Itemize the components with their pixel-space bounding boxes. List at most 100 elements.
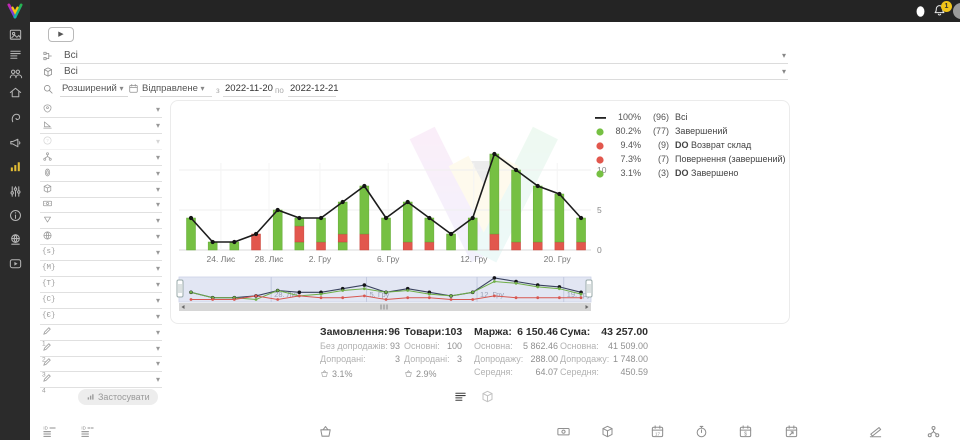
legend-label: Завершений [675,126,727,136]
help-filter[interactable]: ?▾ [40,135,162,150]
token-e-filter[interactable]: {Є}▾ [40,310,162,325]
sidebar-item-analytics[interactable] [8,159,23,174]
token-icon: {s} [42,246,56,256]
toolbar-products[interactable] [600,424,616,440]
notification-badge[interactable]: 1 [941,1,952,12]
toolbar-export-calendar[interactable] [784,424,800,440]
basket-icon [404,369,413,378]
toolbar-affiliates[interactable] [926,424,942,440]
toolbar-processing-time[interactable] [694,424,710,440]
legend-pct: 3.1% [609,168,641,178]
sidebar-item-customers[interactable] [8,66,23,81]
sidebar-item-orders[interactable] [8,47,23,62]
stat-sub-label: Допродані: [404,354,450,367]
custom-field-3-filter[interactable]: 3▾ [40,357,162,372]
product-select[interactable]: Всі ▾ [60,65,788,80]
legend-dot-marker [595,156,607,164]
stat-sub-label: Допродажу: [560,354,609,367]
shop-filter[interactable]: ▾ [40,103,162,118]
apply-button[interactable]: Застосувати [78,389,158,405]
date-from-value: 2022-11-20 [225,83,273,94]
chevron-down-icon: ▾ [156,137,160,146]
sidebar-item-dashboard[interactable] [8,27,23,42]
sidebar-item-promotion[interactable] [8,110,23,125]
stat-sub-label: Основна: [560,341,599,354]
svg-text:17: 17 [655,431,661,436]
stat-sub-label: Основна: [474,341,513,354]
stat-title: Замовлення: [320,326,387,341]
svg-text:$: $ [744,432,747,438]
toolbar-calendar-period[interactable]: 17 [650,424,666,440]
funnel-filter[interactable]: ▾ [40,214,162,229]
world-icon [42,230,53,241]
stat-sub-value: 3 [395,354,400,367]
question-icon: ? [42,135,53,146]
user-avatar-icon[interactable] [913,4,928,19]
sidebar-item-warehouse[interactable] [8,85,23,100]
legend-item[interactable]: 100%(96)Всі [595,111,785,125]
stat-sub-label: Основні: [404,341,440,354]
list-view-toggle[interactable] [453,389,469,405]
app-logo[interactable] [5,2,25,20]
chevron-down-icon: ▾ [156,375,160,384]
legend-count: (77) [643,126,669,136]
toolbar-orders-by-id[interactable]: ID [42,424,58,440]
legend-item[interactable]: 3.1%(3)DO Завершено [595,167,785,181]
filtertri-icon [42,214,53,225]
structure-filter[interactable]: ▾ [40,151,162,166]
sidebar-item-partners[interactable] [8,232,23,247]
custom-field-2-filter[interactable]: 2▾ [40,342,162,357]
legend-pct: 9.4% [609,140,641,150]
custom-field-4-filter[interactable]: 4▾ [40,373,162,388]
sitemap-icon [42,151,53,162]
payment-filter[interactable]: ▾ [40,198,162,213]
token-t-filter[interactable]: {T}▾ [40,278,162,293]
token-c-filter[interactable]: {C}▾ [40,294,162,309]
toolbar-measurements[interactable] [868,424,884,440]
legend-count: (3) [643,168,669,178]
token-s-filter[interactable]: {s}▾ [40,246,162,261]
play-chip-button[interactable]: ▶ [48,27,74,42]
measure-filter[interactable]: ▾ [40,119,162,134]
mode-select[interactable]: Розширений ▾ [60,83,128,97]
date-type-select[interactable]: Відправлене ▾ [140,83,212,97]
date-to-label: по [275,86,284,95]
sidebar-item-info[interactable] [8,208,23,223]
legend-item[interactable]: 7.3%(7)Повернення (завершений) [595,153,785,167]
toolbar-orders-by-source[interactable]: ID [80,424,96,440]
toolbar-payments[interactable] [556,424,572,440]
search-icon [42,83,54,95]
nav-scrollbar[interactable] [179,303,591,311]
svg-text:12. Гру: 12. Гру [460,254,488,264]
nav-handle-left[interactable] [177,280,183,297]
legend-count: (7) [643,154,669,164]
product-select-value: Всі [64,66,78,77]
region-filter[interactable]: ▾ [40,230,162,245]
token-m-filter[interactable]: {M}▾ [40,262,162,277]
chevron-down-icon: ▾ [156,264,160,273]
toolbar-basket[interactable] [318,424,334,440]
product-view-toggle[interactable] [480,389,496,405]
product-filter[interactable]: ▾ [40,183,162,198]
toolbar-payment-calendar[interactable]: $ [738,424,754,440]
custom-field-1-filter[interactable]: 1▾ [40,326,162,341]
cube-icon [42,183,53,194]
stat-sub-label: Середня: [560,367,599,380]
svg-text:ID: ID [43,425,48,430]
nav-handle-right[interactable] [586,280,592,297]
funnel-select[interactable]: Всі ▾ [60,49,788,64]
id-badge-filter[interactable]: ▾ [40,167,162,182]
sidebar-item-announcements[interactable] [8,135,23,150]
svg-text:20. Гру: 20. Гру [544,254,572,264]
sidebar-item-tutorials[interactable] [8,256,23,271]
stat-sub-label: Без допродажів: [320,341,388,354]
date-from-input[interactable]: 2022-11-20 [223,83,271,97]
svg-text:?: ? [46,138,49,143]
legend-item[interactable]: 80.2%(77)Завершений [595,125,785,139]
sidebar-item-automation[interactable] [8,184,23,199]
chevron-down-icon: ▾ [156,328,160,337]
legend-item[interactable]: 9.4%(9)DO Возврат склад [595,139,785,153]
date-to-input[interactable]: 2022-12-21 [288,83,336,97]
stat-value: 96 [388,326,400,341]
token-icon: {T} [42,278,56,288]
